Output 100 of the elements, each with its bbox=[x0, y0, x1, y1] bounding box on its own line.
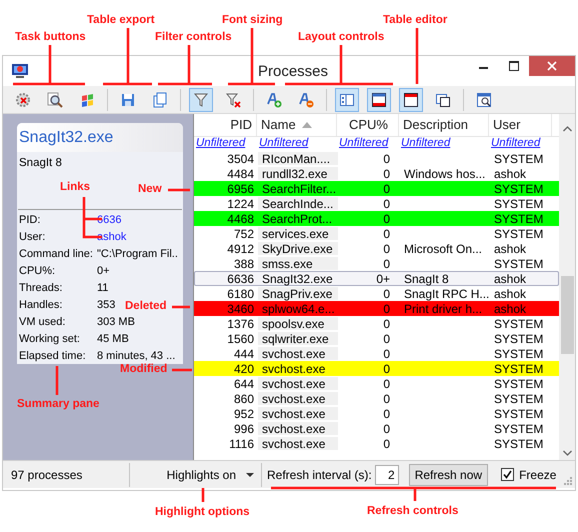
table-row[interactable]: 644 svchost.exe 0 SYSTEM bbox=[194, 376, 559, 391]
table-search-icon bbox=[476, 92, 492, 108]
filter-link[interactable]: Unfiltered bbox=[259, 138, 308, 150]
table-cell: 0 bbox=[383, 288, 390, 300]
table-cell: 0 bbox=[383, 228, 390, 240]
table-row[interactable]: 1560 sqlwriter.exe 0 SYSTEM bbox=[194, 331, 559, 346]
refresh-interval-field[interactable]: 2 bbox=[374, 464, 399, 484]
toolbar-button[interactable] bbox=[399, 88, 423, 112]
table-cell: svchost.exe bbox=[262, 348, 326, 360]
table-cell: SYSTEM bbox=[494, 408, 544, 420]
field-value: "C:\Program Fil.. bbox=[97, 247, 178, 262]
table-cell: 0 bbox=[383, 378, 390, 390]
windows-flag-icon bbox=[79, 92, 95, 108]
table-cell: 0 bbox=[383, 152, 390, 164]
field-value: 0+ bbox=[97, 264, 110, 280]
callout-label: Layout controls bbox=[298, 32, 384, 44]
close-icon bbox=[547, 61, 557, 71]
table-row[interactable]: 6956 SearchFilter... 0 SYSTEM bbox=[194, 181, 559, 196]
table-row[interactable]: 388 smss.exe 0 SYSTEM bbox=[194, 256, 559, 271]
field-value: 303 MB bbox=[97, 315, 135, 330]
window-bottom-bar-icon bbox=[371, 92, 387, 108]
table-cell: SYSTEM bbox=[494, 332, 544, 344]
table-cell: splwow64.e... bbox=[262, 302, 335, 314]
table-cell: 752 bbox=[234, 228, 254, 240]
list-pane-icon bbox=[339, 92, 355, 108]
filter-link[interactable]: Unfiltered bbox=[339, 138, 388, 150]
check-icon bbox=[503, 470, 512, 479]
freeze-checkbox[interactable] bbox=[501, 468, 514, 481]
table-row[interactable]: 1116 svchost.exe 0 SYSTEM bbox=[194, 436, 559, 451]
table-row[interactable]: 4484 rundll32.exe 0 Windows hos... ashok bbox=[194, 166, 559, 181]
table-row[interactable]: 444 svchost.exe 0 SYSTEM bbox=[194, 346, 559, 361]
table-cell: 0 bbox=[383, 258, 390, 270]
table-cell: 1376 bbox=[227, 318, 254, 330]
table-cell: svchost.exe bbox=[262, 438, 326, 450]
callout-line bbox=[202, 488, 204, 502]
column-header[interactable]: Description bbox=[399, 114, 489, 136]
field-label: Elapsed time: bbox=[19, 349, 87, 364]
field-value: 45 MB bbox=[97, 332, 129, 348]
filter-link[interactable]: Unfiltered bbox=[491, 138, 540, 150]
process-title: SnagIt32.exe bbox=[19, 128, 114, 148]
table-cell: SYSTEM bbox=[494, 392, 544, 404]
table-row[interactable]: 4468 SearchProt... 0 SYSTEM bbox=[194, 211, 559, 226]
field-label: Handles: bbox=[19, 298, 64, 314]
scroll-down-icon bbox=[562, 450, 572, 456]
callout-label: Links bbox=[60, 182, 90, 194]
table-row[interactable]: 1224 SearchInde... 0 SYSTEM bbox=[194, 196, 559, 211]
table-row[interactable]: 3460 splwow64.e... 0 Print driver h... ashok bbox=[194, 301, 559, 316]
column-header[interactable]: PID bbox=[194, 114, 257, 136]
table-row[interactable]: 6636 SnagIt32.exe 0+ SnagIt 8 ashok bbox=[194, 271, 559, 286]
table-cell: 6956 bbox=[227, 182, 254, 194]
table-cell: 996 bbox=[234, 422, 254, 434]
table-row[interactable]: 1376 spoolsv.exe 0 SYSTEM bbox=[194, 316, 559, 331]
maximize-icon bbox=[509, 61, 519, 71]
table-cell: SYSTEM bbox=[494, 228, 544, 240]
column-header[interactable]: Name bbox=[257, 114, 337, 136]
table-cell: 0 bbox=[383, 392, 390, 404]
filter-link[interactable]: Unfiltered bbox=[401, 138, 450, 150]
callout-label: Task buttons bbox=[15, 32, 86, 44]
table-cell: 0 bbox=[383, 168, 390, 180]
field-value: 8 minutes, 43 ... bbox=[97, 349, 176, 364]
refresh-now-button[interactable]: Refresh now bbox=[408, 464, 488, 486]
table-cell: 0 bbox=[383, 242, 390, 254]
table-row[interactable]: 996 svchost.exe 0 SYSTEM bbox=[194, 421, 559, 436]
caret-icon bbox=[246, 472, 254, 476]
table-cell: ashok bbox=[494, 272, 526, 284]
callout-label: Refresh controls bbox=[367, 506, 458, 518]
filter-remove-icon bbox=[225, 92, 241, 108]
table-row[interactable]: 952 svchost.exe 0 SYSTEM bbox=[194, 406, 559, 421]
callout-line bbox=[102, 26, 154, 86]
table-cell: 0 bbox=[383, 318, 390, 330]
close-button[interactable] bbox=[529, 56, 575, 76]
process-count: 97 processes bbox=[10, 466, 84, 484]
table-cell: 4484 bbox=[227, 168, 254, 180]
table-row[interactable]: 6180 SnagPriv.exe 0 SnagIt RPC H... ashok bbox=[194, 286, 559, 301]
table-row[interactable]: 752 services.exe 0 SYSTEM bbox=[194, 226, 559, 241]
table-cell: svchost.exe bbox=[262, 362, 326, 374]
column-header[interactable]: User bbox=[489, 114, 552, 136]
table-cell: Microsoft On... bbox=[404, 242, 482, 254]
callout-line bbox=[168, 188, 190, 192]
scrollbar-thumb[interactable] bbox=[560, 276, 574, 354]
table-row[interactable]: 420 svchost.exe 0 SYSTEM bbox=[194, 361, 559, 376]
overlapping-windows-icon bbox=[435, 92, 451, 108]
table-cell: SYSTEM bbox=[494, 378, 544, 390]
toolbar-button[interactable] bbox=[367, 88, 391, 112]
table-row[interactable]: 3504 RIconMan.... 0 SYSTEM bbox=[194, 151, 559, 166]
refresh-interval-label: Refresh interval (s): bbox=[267, 466, 372, 484]
callout-label: New bbox=[138, 184, 162, 196]
table-cell: 1116 bbox=[229, 438, 254, 450]
magnifier-icon bbox=[47, 92, 63, 108]
scroll-up-icon bbox=[562, 126, 572, 132]
callout-line bbox=[172, 306, 190, 308]
font-smaller-icon bbox=[298, 92, 314, 108]
highlights-dropdown[interactable]: Highlights on bbox=[130, 462, 260, 486]
filter-link[interactable]: Unfiltered bbox=[196, 138, 246, 150]
column-header[interactable]: CPU% bbox=[337, 114, 399, 136]
resize-grip-icon bbox=[564, 477, 572, 485]
table-cell: 0 bbox=[383, 182, 390, 194]
table-cell: 1224 bbox=[227, 198, 254, 210]
table-row[interactable]: 860 svchost.exe 0 SYSTEM bbox=[194, 391, 559, 406]
table-row[interactable]: 4912 SkyDrive.exe 0 Microsoft On... ashok bbox=[194, 241, 559, 256]
